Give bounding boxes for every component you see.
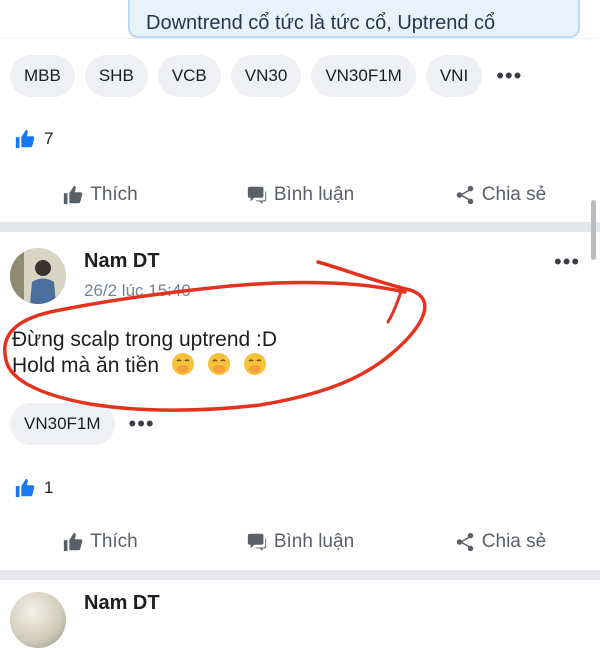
comment-button[interactable]: Bình luận bbox=[200, 522, 400, 562]
post-action-bar: Thích Bình luận Chia sẻ bbox=[0, 522, 600, 562]
share-button[interactable]: Chia sẻ bbox=[400, 522, 600, 562]
thumbs-up-icon bbox=[64, 532, 83, 552]
scrollbar-thumb[interactable] bbox=[591, 200, 596, 260]
thumbs-up-icon bbox=[15, 478, 35, 498]
share-label: Chia sẻ bbox=[481, 531, 547, 552]
next-post-author-name[interactable]: Nam DT bbox=[84, 592, 160, 615]
like-summary[interactable]: 1 bbox=[14, 477, 53, 499]
share-icon bbox=[456, 532, 474, 552]
red-annotation-circle bbox=[3, 260, 427, 412]
post-separator bbox=[0, 570, 600, 580]
like-button[interactable]: Thích bbox=[0, 522, 200, 562]
avatar[interactable] bbox=[10, 592, 66, 648]
comment-label: Bình luận bbox=[273, 531, 355, 552]
comment-icon bbox=[247, 533, 267, 552]
like-label: Thích bbox=[90, 531, 138, 552]
like-count: 1 bbox=[44, 478, 54, 497]
